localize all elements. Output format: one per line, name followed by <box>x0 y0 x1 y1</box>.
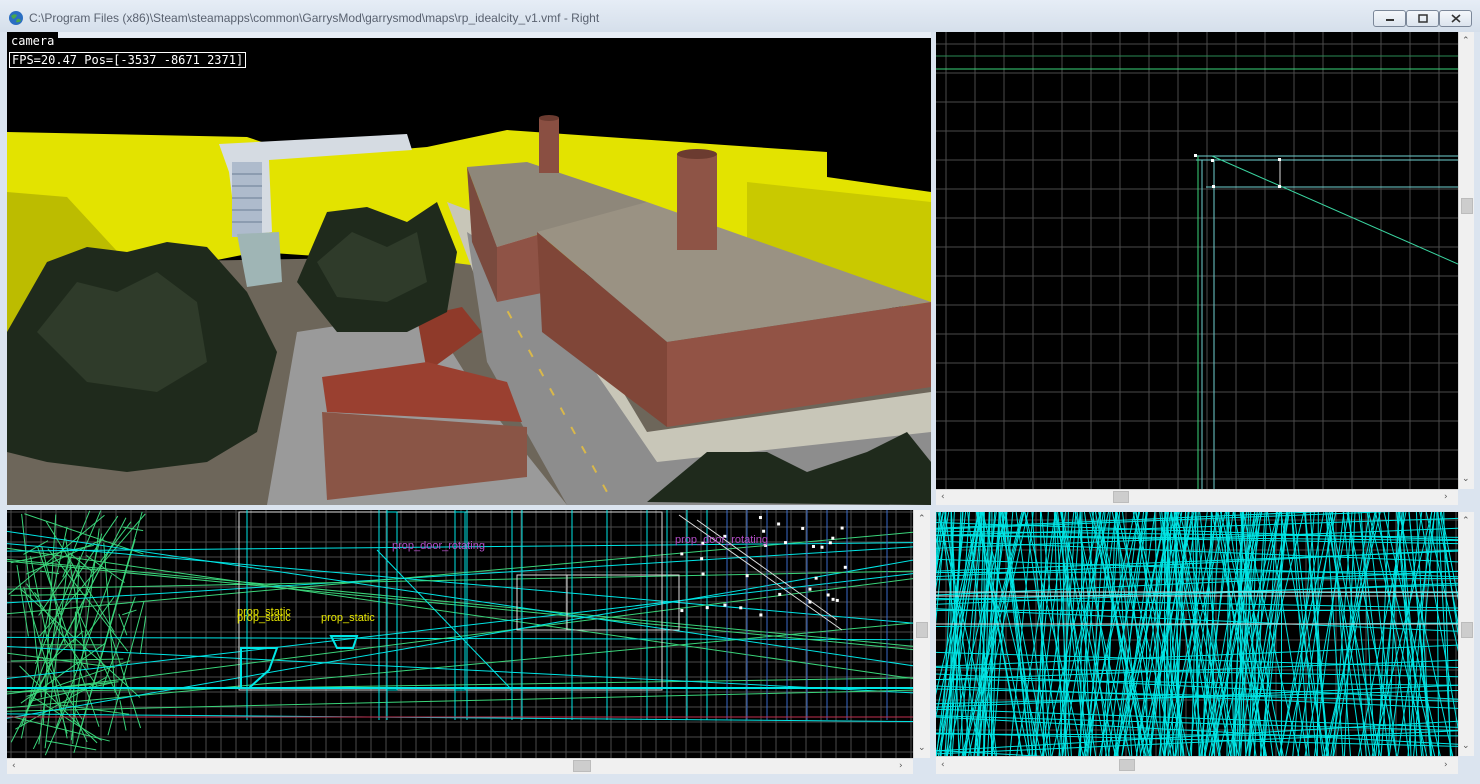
camera-render <box>7 32 931 505</box>
top-view-brushes <box>936 55 1458 489</box>
maximize-button[interactable] <box>1406 10 1439 27</box>
scroll-left-arrow[interactable]: ‹ <box>941 760 945 770</box>
fps-position-readout: FPS=20.47 Pos=[-3537 -8671 2371] <box>9 52 247 68</box>
front-view-brushes <box>936 512 1458 756</box>
scroll-left-arrow[interactable]: ‹ <box>12 761 16 771</box>
scroll-down-arrow[interactable]: ⌄ <box>1462 741 1470 751</box>
scroll-left-arrow[interactable]: ‹ <box>941 492 945 502</box>
entity-label: prop_door_rotating <box>392 540 485 552</box>
scroll-right-arrow[interactable]: › <box>1444 492 1448 502</box>
hammer-window: C:\Program Files (x86)\Steam\steamapps\c… <box>0 0 1480 784</box>
side-view-vertical-scrollbar[interactable]: ⌃ ⌄ <box>913 510 930 758</box>
front-view-viewport[interactable] <box>936 512 1458 756</box>
scroll-right-arrow[interactable]: › <box>1444 760 1448 770</box>
window-title: C:\Program Files (x86)\Steam\steamapps\c… <box>29 11 600 25</box>
scrollbar-thumb[interactable] <box>916 622 928 638</box>
scrollbar-thumb[interactable] <box>1461 622 1473 638</box>
maximize-icon <box>1417 14 1428 23</box>
scrollbar-thumb[interactable] <box>1461 198 1473 214</box>
side-view-viewport[interactable]: prop_door_rotating prop_door_rotating pr… <box>7 510 913 758</box>
entity-label: prop_door_rotating <box>675 534 768 546</box>
scrollbar-thumb[interactable] <box>1119 759 1135 771</box>
title-bar[interactable]: C:\Program Files (x86)\Steam\steamapps\c… <box>0 0 1480 32</box>
close-button[interactable] <box>1439 10 1472 27</box>
scroll-up-arrow[interactable]: ⌃ <box>1462 516 1470 526</box>
camera-header-strip <box>58 32 931 38</box>
entity-label: prop_static <box>321 612 375 624</box>
camera-label: camera <box>9 34 57 48</box>
front-view-vertical-scrollbar[interactable]: ⌃ ⌄ <box>1458 512 1474 756</box>
front-view-horizontal-scrollbar[interactable]: ‹ › <box>936 756 1458 774</box>
scrollbar-thumb[interactable] <box>573 760 591 772</box>
entity-label: prop_static <box>237 612 291 624</box>
minimize-icon <box>1385 18 1394 21</box>
top-view-viewport[interactable] <box>936 32 1458 489</box>
minimize-button[interactable] <box>1373 10 1406 27</box>
close-icon <box>1450 14 1461 23</box>
top-view-vertical-scrollbar[interactable]: ⌃ ⌄ <box>1458 32 1474 489</box>
scroll-up-arrow[interactable]: ⌃ <box>918 514 926 524</box>
scroll-down-arrow[interactable]: ⌄ <box>1462 474 1470 484</box>
scroll-up-arrow[interactable]: ⌃ <box>1462 36 1470 46</box>
top-view-horizontal-scrollbar[interactable]: ‹ › <box>936 489 1458 505</box>
side-view-horizontal-scrollbar[interactable]: ‹ › <box>7 758 913 774</box>
scroll-right-arrow[interactable]: › <box>899 761 903 771</box>
camera-viewport[interactable] <box>7 32 931 505</box>
hammer-globe-icon <box>9 11 23 25</box>
scrollbar-thumb[interactable] <box>1113 491 1129 503</box>
scroll-down-arrow[interactable]: ⌄ <box>918 743 926 753</box>
